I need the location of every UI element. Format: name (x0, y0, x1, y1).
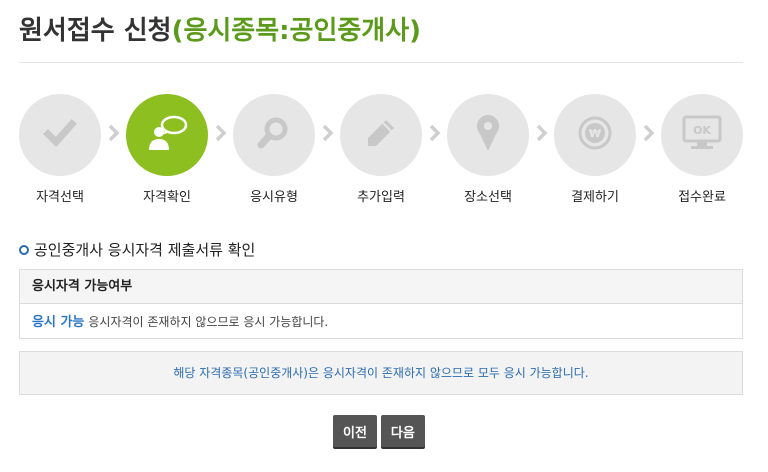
chevron-right-icon (427, 122, 443, 144)
pencil-icon (364, 116, 398, 154)
page-title: 원서접수 신청(응시종목:공인중개사) (19, 10, 421, 47)
step-circle: OK (661, 94, 743, 176)
title-divider (19, 62, 743, 63)
progress-steps: 자격선택 자격확인 응시유형 추가입력 장소선택 ₩ 결제하기 OK 접수완료 (0, 94, 768, 214)
step-label: 자격확인 (143, 190, 191, 205)
eligibility-table-header: 응시자격 가능여부 (20, 270, 742, 304)
step-circle (19, 94, 101, 176)
location-pin-icon (475, 114, 501, 156)
chevron-right-icon (320, 122, 336, 144)
monitor-ok-icon: OK (682, 115, 722, 155)
step-label: 접수완료 (678, 190, 726, 205)
section-title: 공인중개사 응시자격 제출서류 확인 (19, 239, 255, 260)
step-circle (447, 94, 529, 176)
chevron-right-icon (106, 122, 122, 144)
page-title-main: 원서접수 신청 (19, 16, 172, 46)
won-coin-icon: ₩ (577, 115, 613, 155)
eligibility-table-row: 응시 가능 응시자격이 존재하지 않으므로 응시 가능합니다. (20, 304, 742, 340)
eligibility-status: 응시 가능 (32, 315, 85, 330)
navigation-buttons: 이전 다음 (333, 415, 425, 447)
page-title-subtitle: (응시종목:공인중개사) (171, 16, 422, 46)
magnifier-icon (256, 115, 292, 155)
circle-bullet-icon (19, 244, 29, 255)
svg-text:₩: ₩ (589, 127, 601, 140)
step-qualification-check: 자격확인 (125, 94, 209, 205)
step-payment: ₩ 결제하기 (553, 94, 637, 205)
step-circle (340, 94, 422, 176)
eligibility-table: 응시자격 가능여부 응시 가능 응시자격이 존재하지 않으므로 응시 가능합니다. (19, 269, 743, 339)
step-label: 자격선택 (36, 190, 84, 205)
step-circle-active (126, 94, 208, 176)
eligibility-message: 응시자격이 존재하지 않으므로 응시 가능합니다. (88, 315, 329, 329)
step-label: 추가입력 (357, 190, 405, 205)
step-complete: OK 접수완료 (660, 94, 744, 205)
chevron-right-icon (641, 122, 657, 144)
step-qualification-select: 자격선택 (18, 94, 102, 205)
step-exam-type: 응시유형 (232, 94, 316, 205)
step-additional-input: 추가입력 (339, 94, 423, 205)
svg-text:OK: OK (693, 124, 711, 137)
prev-button[interactable]: 이전 (333, 415, 377, 447)
step-location-select: 장소선택 (446, 94, 530, 205)
section-title-text: 공인중개사 응시자격 제출서류 확인 (34, 241, 256, 259)
person-speech-icon (144, 113, 190, 157)
step-label: 장소선택 (464, 190, 512, 205)
check-icon (43, 116, 77, 154)
notice-box: 해당 자격종목(공인중개사)은 응시자격이 존재하지 않으므로 모두 응시 가능… (19, 351, 743, 395)
step-label: 응시유형 (250, 190, 298, 205)
chevron-right-icon (213, 122, 229, 144)
step-label: 결제하기 (571, 190, 619, 205)
next-button[interactable]: 다음 (380, 415, 425, 447)
step-circle (233, 94, 315, 176)
step-circle: ₩ (554, 94, 636, 176)
chevron-right-icon (534, 122, 550, 144)
